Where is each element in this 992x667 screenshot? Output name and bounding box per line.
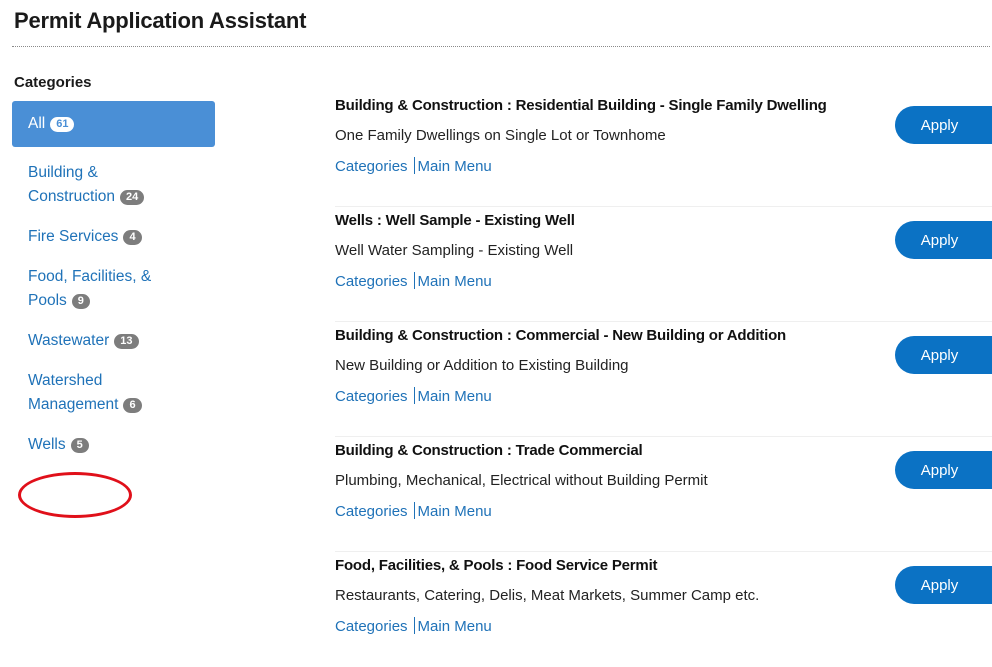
main-menu-link[interactable]: Main Menu [418,388,492,405]
category-count-badge: 4 [123,230,142,245]
red-highlight-circle [18,472,132,518]
main-menu-link[interactable]: Main Menu [418,618,492,635]
categories-link[interactable]: Categories [335,158,408,175]
sidebar-heading: Categories [14,74,92,91]
category-item-watershed-management[interactable]: Watershed Management 6 [12,369,215,417]
category-label: Fire Services [28,228,119,245]
result-title: Wells : Well Sample - Existing Well [335,212,575,229]
category-item-wells[interactable]: Wells 5 [12,433,215,457]
title-divider [12,46,990,47]
category-label-line2: Management [28,396,119,413]
categories-link[interactable]: Categories [335,273,408,290]
category-label: Food, Facilities, & [28,268,152,285]
main-menu-link[interactable]: Main Menu [418,503,492,520]
category-list: All 61 Building & Construction 24 Fire Ser… [12,101,216,457]
result-description: Well Water Sampling - Existing Well [335,242,574,259]
category-item-all[interactable]: All 61 [12,101,215,147]
result-description: Restaurants, Catering, Delis, Meat Marke… [335,587,760,604]
categories-link[interactable]: Categories [335,388,408,405]
category-item-building-construction[interactable]: Building & Construction 24 [12,161,215,209]
result-links: Categories Main Menu [335,617,492,635]
category-label: Building & [28,164,98,181]
categories-sidebar: Categories All 61 Building & Construction… [12,74,216,457]
link-separator [413,157,415,174]
category-count-badge: 5 [70,438,89,453]
category-label-line2: Construction [28,188,116,205]
categories-link[interactable]: Categories [335,618,408,635]
category-item-wastewater[interactable]: Wastewater 13 [12,329,215,353]
main-menu-link[interactable]: Main Menu [418,158,492,175]
result-title: Building & Construction : Trade Commerci… [335,442,643,459]
result-item: Food, Facilities, & Pools : Food Service… [335,552,992,667]
result-links: Categories Main Menu [335,272,492,290]
category-label-line2: Pools [28,292,67,309]
result-item: Building & Construction : Residential Bu… [335,92,992,207]
apply-button[interactable]: Apply [895,566,992,604]
category-item-fire-services[interactable]: Fire Services 4 [12,225,215,249]
result-links: Categories Main Menu [335,502,492,520]
link-separator [413,272,415,289]
result-item: Building & Construction : Commercial - N… [335,322,992,437]
result-links: Categories Main Menu [335,387,492,405]
page-title: Permit Application Assistant [14,8,307,33]
category-count-badge: 61 [50,116,75,132]
main-menu-link[interactable]: Main Menu [418,273,492,290]
category-count-badge: 24 [120,190,145,205]
categories-link[interactable]: Categories [335,503,408,520]
category-label: Wastewater [28,332,110,349]
result-title: Food, Facilities, & Pools : Food Service… [335,557,658,574]
result-description: New Building or Addition to Existing Bui… [335,357,629,374]
result-description: Plumbing, Mechanical, Electrical without… [335,472,708,489]
link-separator [413,617,415,634]
result-title: Building & Construction : Residential Bu… [335,97,827,114]
category-label: Watershed [28,372,103,389]
category-label: Wells [28,436,66,453]
apply-button[interactable]: Apply [895,451,992,489]
apply-button[interactable]: Apply [895,336,992,374]
category-label: All [28,115,46,132]
result-links: Categories Main Menu [335,157,492,175]
category-item-food-facilities-pools[interactable]: Food, Facilities, & Pools 9 [12,265,215,313]
link-separator [413,387,415,404]
link-separator [413,502,415,519]
apply-button[interactable]: Apply [895,106,992,144]
result-title: Building & Construction : Commercial - N… [335,327,786,344]
permit-results-list: Building & Construction : Residential Bu… [335,92,992,667]
apply-button[interactable]: Apply [895,221,992,259]
category-count-badge: 13 [114,334,139,349]
category-count-badge: 9 [71,294,90,309]
category-count-badge: 6 [123,398,142,413]
result-item: Wells : Well Sample - Existing Well Well… [335,207,992,322]
result-item: Building & Construction : Trade Commerci… [335,437,992,552]
result-description: One Family Dwellings on Single Lot or To… [335,127,666,144]
